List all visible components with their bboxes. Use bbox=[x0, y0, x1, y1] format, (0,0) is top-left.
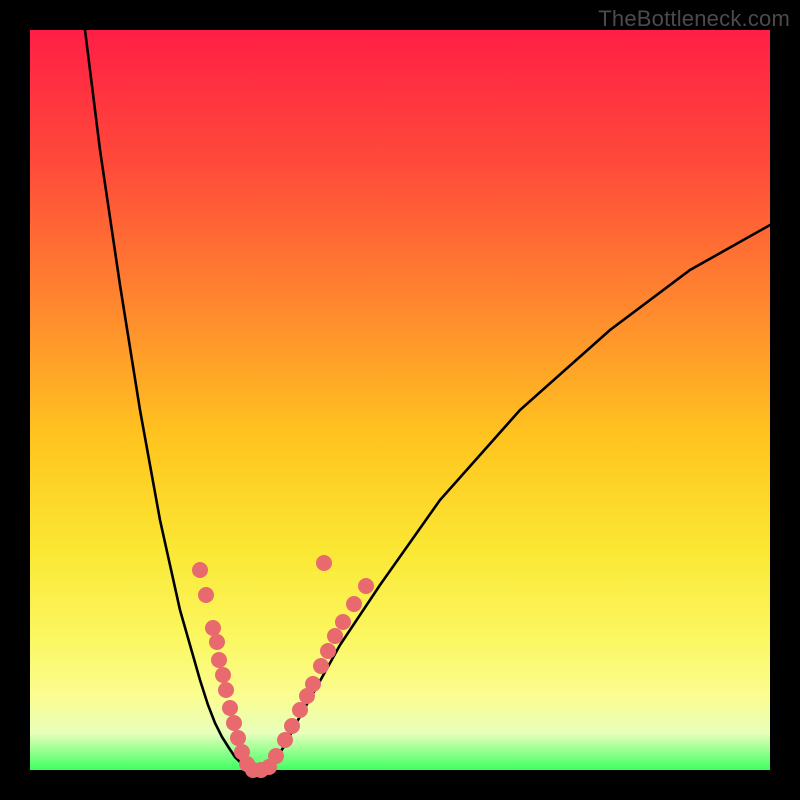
marker-dot bbox=[198, 587, 214, 603]
marker-dot bbox=[316, 555, 332, 571]
marker-dot bbox=[211, 652, 227, 668]
marker-dot bbox=[346, 596, 362, 612]
marker-dot bbox=[277, 732, 293, 748]
marker-dot bbox=[335, 614, 351, 630]
marker-dot bbox=[218, 682, 234, 698]
marker-dot bbox=[358, 578, 374, 594]
curve-line bbox=[85, 30, 770, 770]
marker-dot bbox=[327, 628, 343, 644]
marker-dots bbox=[192, 555, 374, 778]
marker-dot bbox=[268, 748, 284, 764]
marker-dot bbox=[313, 658, 329, 674]
marker-dot bbox=[226, 715, 242, 731]
bottleneck-curve-svg bbox=[30, 30, 770, 770]
marker-dot bbox=[205, 620, 221, 636]
marker-dot bbox=[292, 702, 308, 718]
marker-dot bbox=[192, 562, 208, 578]
marker-dot bbox=[215, 667, 231, 683]
marker-dot bbox=[230, 730, 246, 746]
marker-dot bbox=[222, 700, 238, 716]
marker-dot bbox=[284, 718, 300, 734]
marker-dot bbox=[209, 634, 225, 650]
attribution-text: TheBottleneck.com bbox=[598, 6, 790, 32]
marker-dot bbox=[305, 676, 321, 692]
marker-dot bbox=[320, 643, 336, 659]
